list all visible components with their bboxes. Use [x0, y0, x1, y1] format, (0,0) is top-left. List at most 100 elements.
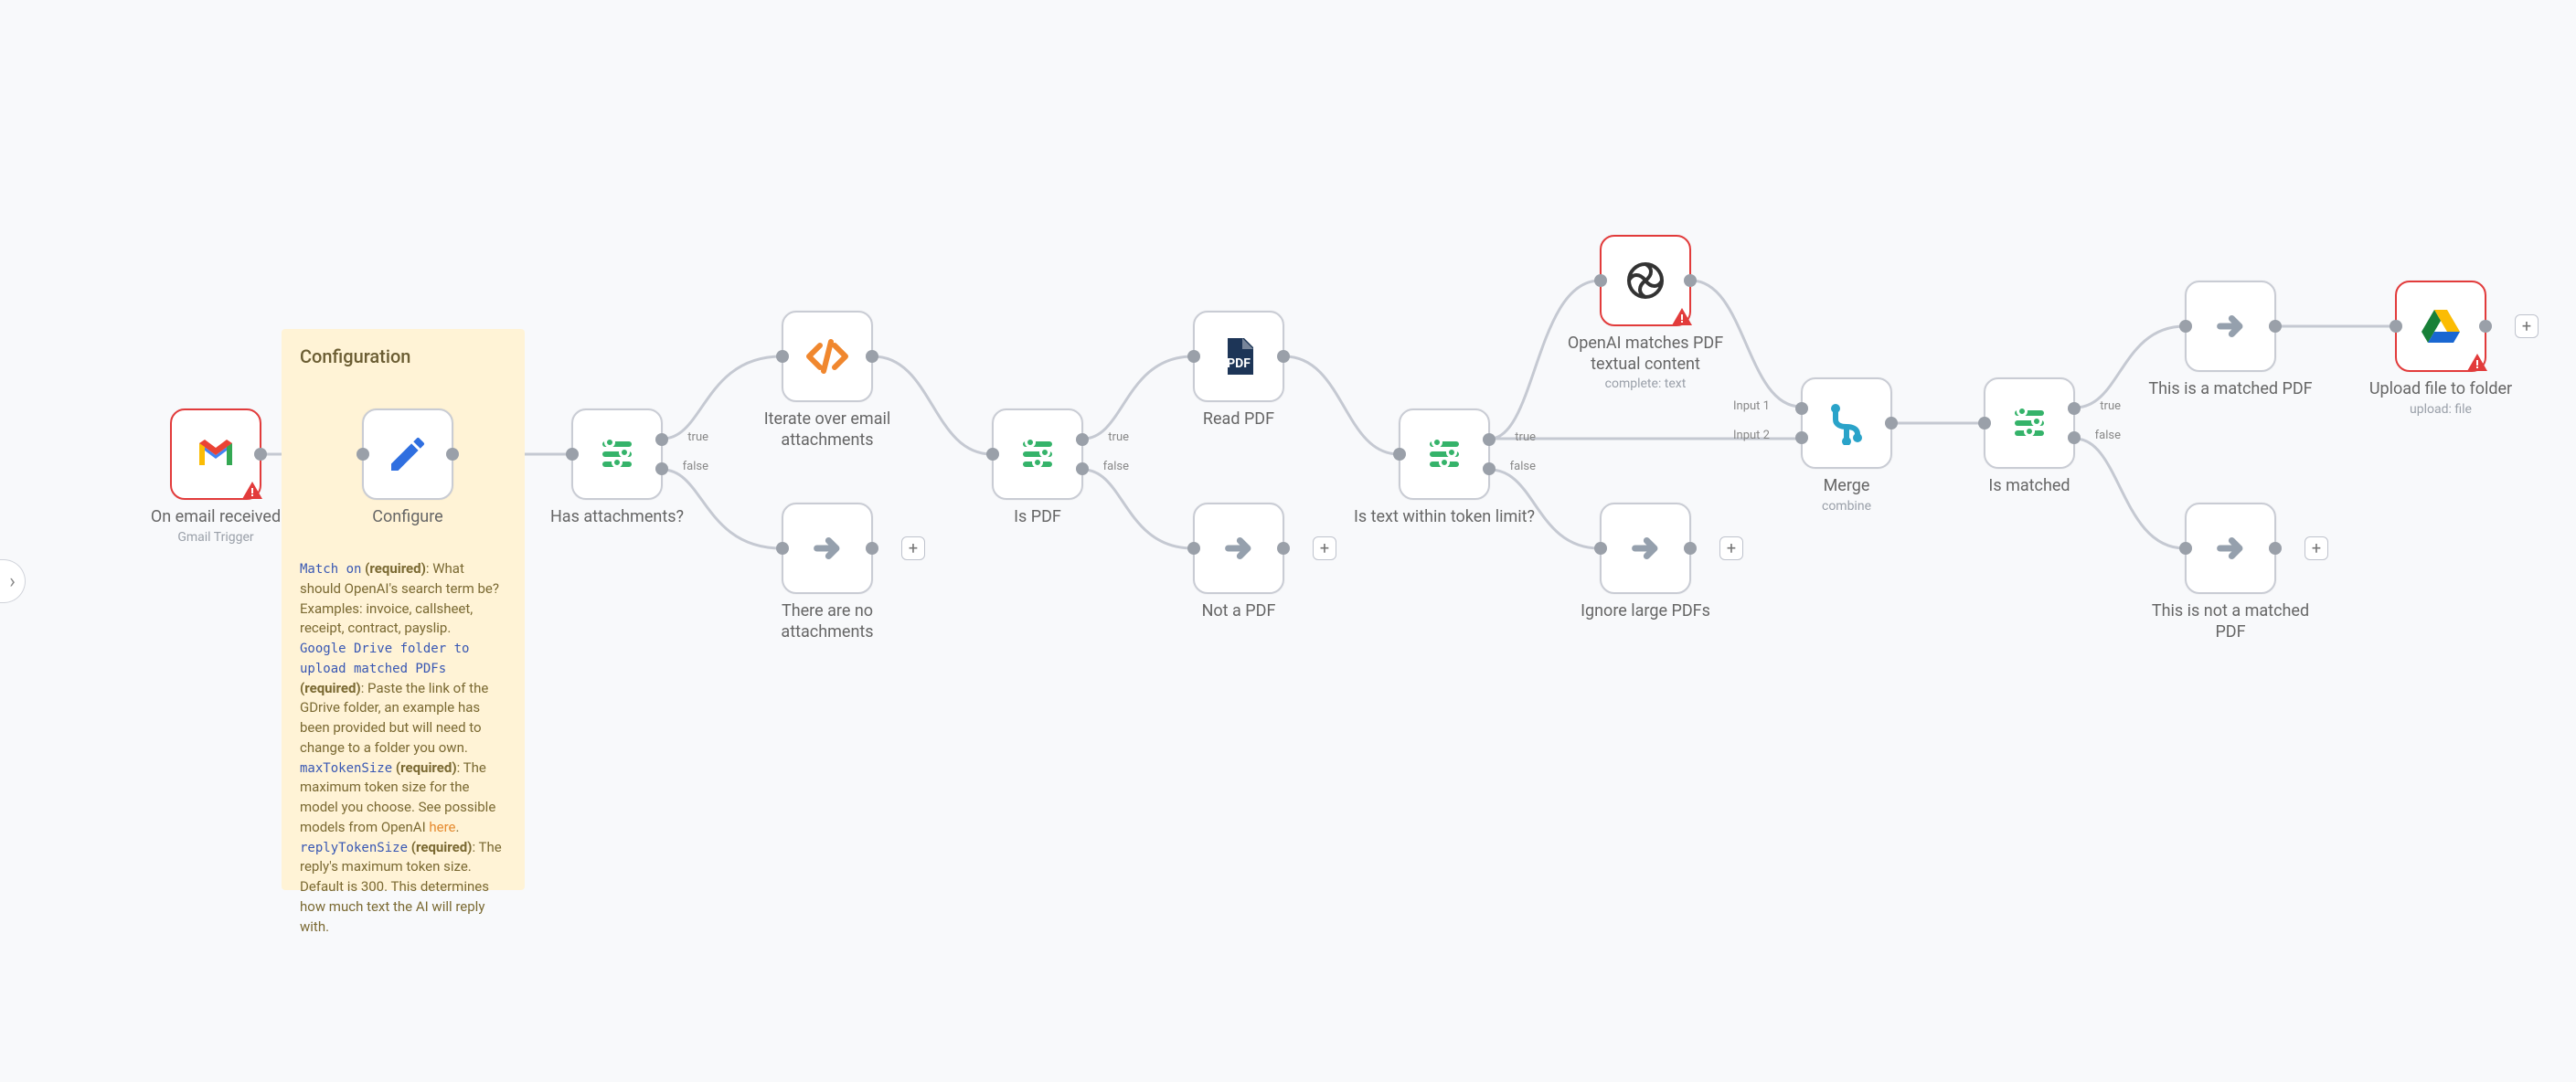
- node-openai[interactable]: OpenAI matches PDF textual content compl…: [1600, 235, 1691, 326]
- arrow-right-icon: [2209, 304, 2252, 348]
- output-true-port[interactable]: [1076, 433, 1089, 446]
- output-false-port[interactable]: [1483, 462, 1496, 475]
- filter-icon: [1016, 432, 1059, 476]
- true-label: true: [687, 430, 708, 444]
- output-port[interactable]: [2479, 320, 2492, 333]
- output-port[interactable]: [866, 542, 878, 555]
- node-title: Ignore large PDFs: [1554, 601, 1737, 622]
- panel-expand-handle[interactable]: ›: [0, 559, 26, 603]
- input-port[interactable]: [776, 350, 789, 363]
- node-gmail-trigger[interactable]: On email received Gmail Trigger: [170, 408, 261, 500]
- output-false-port[interactable]: [655, 462, 668, 475]
- arrow-right-icon: [1623, 526, 1667, 570]
- output-port[interactable]: [1277, 350, 1290, 363]
- gmail-icon: [194, 432, 238, 476]
- node-not-pdf[interactable]: Not a PDF: [1193, 503, 1284, 594]
- node-title: Is PDF: [946, 507, 1129, 528]
- false-label: false: [683, 460, 708, 473]
- true-label: true: [2100, 399, 2121, 413]
- node-is-pdf[interactable]: true false Is PDF: [992, 408, 1083, 500]
- filter-icon: [1422, 432, 1466, 476]
- add-node-button[interactable]: +: [901, 536, 925, 560]
- output-false-port[interactable]: [1076, 462, 1089, 475]
- node-title: This is not a matched PDF: [2139, 601, 2322, 642]
- node-title: Read PDF: [1147, 409, 1330, 430]
- node-no-attachments[interactable]: There are no attachments: [782, 503, 873, 594]
- true-label: true: [1108, 430, 1129, 444]
- node-title: Merge combine: [1755, 476, 1938, 514]
- node-title: Is matched: [1938, 476, 2121, 497]
- node-ignore-large[interactable]: Ignore large PDFs: [1600, 503, 1691, 594]
- output-port[interactable]: [1277, 542, 1290, 555]
- filter-icon: [2007, 401, 2051, 445]
- input1-label: Input 1: [1733, 399, 1770, 413]
- false-label: false: [1103, 460, 1129, 473]
- output-port[interactable]: [254, 448, 267, 461]
- input-port[interactable]: [1594, 542, 1607, 555]
- output-true-port[interactable]: [1483, 433, 1496, 446]
- sticky-title: Configuration: [300, 345, 506, 367]
- input2-label: Input 2: [1733, 429, 1770, 442]
- node-has-attachments[interactable]: true false Has attachments?: [571, 408, 663, 500]
- node-iterate-attachments[interactable]: Iterate over email attachments: [782, 311, 873, 402]
- node-title: Is text within token limit?: [1353, 507, 1536, 528]
- node-not-matched[interactable]: This is not a matched PDF: [2185, 503, 2276, 594]
- node-read-pdf[interactable]: PDF Read PDF: [1193, 311, 1284, 402]
- input-port[interactable]: [1187, 542, 1200, 555]
- false-label: false: [2095, 429, 2121, 442]
- output-true-port[interactable]: [2068, 402, 2081, 415]
- node-title: OpenAI matches PDF textual content compl…: [1554, 334, 1737, 393]
- node-merge[interactable]: Input 1 Input 2 Merge combine: [1801, 377, 1892, 469]
- code-icon: [805, 334, 849, 378]
- warning-icon: [241, 480, 263, 502]
- input-port[interactable]: [2179, 320, 2192, 333]
- add-node-button[interactable]: +: [2305, 536, 2328, 560]
- node-upload-file[interactable]: Upload file to folder upload: file: [2395, 281, 2486, 372]
- node-matched-pdf[interactable]: This is a matched PDF: [2185, 281, 2276, 372]
- add-node-button[interactable]: +: [1313, 536, 1336, 560]
- output-port[interactable]: [1684, 274, 1697, 287]
- output-port[interactable]: [866, 350, 878, 363]
- arrow-right-icon: [805, 526, 849, 570]
- output-port[interactable]: [1885, 417, 1898, 430]
- input-port[interactable]: [1978, 417, 1991, 430]
- output-port[interactable]: [446, 448, 459, 461]
- node-title: This is a matched PDF: [2139, 379, 2322, 400]
- input-port-2[interactable]: [1795, 431, 1808, 444]
- google-drive-icon: [2419, 304, 2463, 348]
- output-false-port[interactable]: [2068, 431, 2081, 444]
- node-title: On email received Gmail Trigger: [124, 507, 307, 546]
- warning-icon: [2466, 352, 2488, 374]
- input-port[interactable]: [566, 448, 579, 461]
- input-port[interactable]: [776, 542, 789, 555]
- input-port[interactable]: [357, 448, 369, 461]
- input-port[interactable]: [1187, 350, 1200, 363]
- node-title: Not a PDF: [1147, 601, 1330, 622]
- node-configure[interactable]: Configure: [362, 408, 453, 500]
- merge-icon: [1825, 401, 1868, 445]
- add-node-button[interactable]: +: [2515, 314, 2539, 338]
- pdf-file-icon: PDF: [1217, 334, 1261, 378]
- node-token-limit[interactable]: true false Is text within token limit?: [1399, 408, 1490, 500]
- workflow-canvas[interactable]: › Configuration Match on (required): Wha…: [0, 0, 2576, 1082]
- input-port[interactable]: [2390, 320, 2402, 333]
- node-title: There are no attachments: [736, 601, 919, 642]
- chevron-right-icon: ›: [9, 570, 16, 593]
- node-title: Upload file to folder upload: file: [2349, 379, 2532, 418]
- input-port-1[interactable]: [1795, 402, 1808, 415]
- input-port[interactable]: [1594, 274, 1607, 287]
- pencil-icon: [386, 432, 430, 476]
- input-port[interactable]: [1393, 448, 1406, 461]
- add-node-button[interactable]: +: [1719, 536, 1743, 560]
- output-port[interactable]: [1684, 542, 1697, 555]
- node-is-matched[interactable]: true false Is matched: [1984, 377, 2075, 469]
- output-true-port[interactable]: [655, 433, 668, 446]
- arrow-right-icon: [1217, 526, 1261, 570]
- output-port[interactable]: [2269, 320, 2282, 333]
- sticky-body: Match on (required): What should OpenAI'…: [300, 559, 506, 937]
- input-port[interactable]: [2179, 542, 2192, 555]
- input-port[interactable]: [986, 448, 999, 461]
- svg-text:PDF: PDF: [1227, 356, 1251, 371]
- output-port[interactable]: [2269, 542, 2282, 555]
- false-label: false: [1510, 460, 1536, 473]
